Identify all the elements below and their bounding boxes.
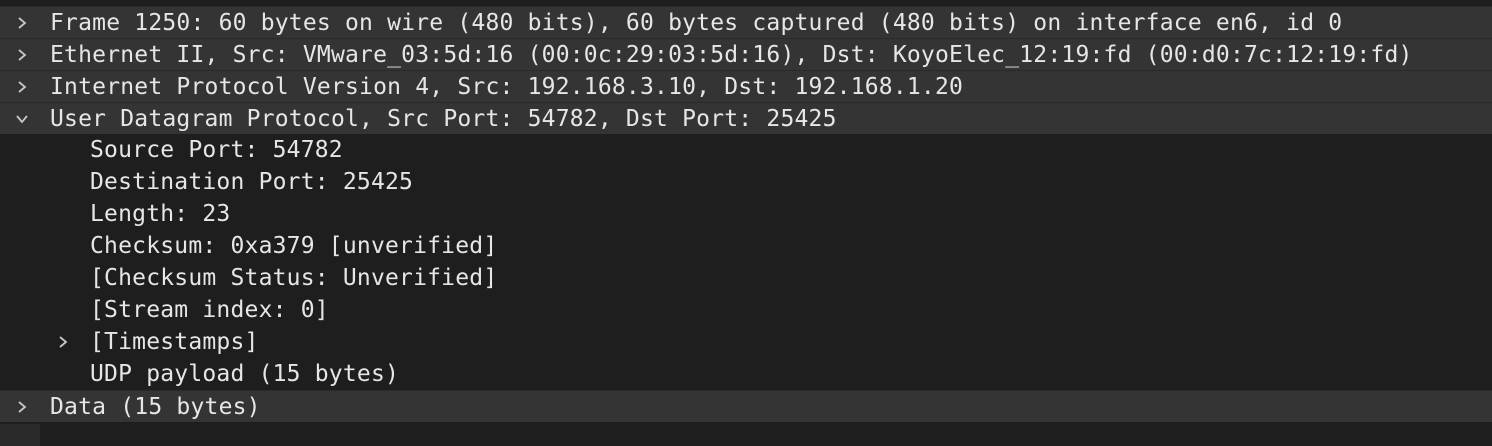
chevron-right-icon[interactable] (55, 326, 71, 358)
tree-row-ethernet[interactable]: Ethernet II, Src: VMware_03:5d:16 (00:0c… (0, 38, 1492, 70)
tree-row-label: Length: 23 (90, 201, 231, 227)
tree-row-destination-port[interactable]: Destination Port: 25425 (0, 166, 1492, 198)
tree-row-label: Data (15 bytes) (50, 394, 261, 420)
tree-row-timestamps[interactable]: [Timestamps] (0, 326, 1492, 358)
tree-row-label: Frame 1250: 60 bytes on wire (480 bits),… (50, 10, 1343, 36)
tree-row-data[interactable]: Data (15 bytes) (0, 390, 1492, 422)
chevron-right-icon[interactable] (14, 391, 30, 423)
tree-row-label: Checksum: 0xa379 [unverified] (90, 233, 498, 259)
tree-row-label: Destination Port: 25425 (90, 169, 414, 195)
tree-row-label: [Stream index: 0] (90, 297, 329, 323)
tree-row-checksum-status[interactable]: [Checksum Status: Unverified] (0, 262, 1492, 294)
tree-row-frame[interactable]: Frame 1250: 60 bytes on wire (480 bits),… (0, 6, 1492, 38)
tree-row-label: User Datagram Protocol, Src Port: 54782,… (50, 106, 837, 132)
tree-row-udp-payload[interactable]: UDP payload (15 bytes) (0, 358, 1492, 390)
packet-details-tree: Frame 1250: 60 bytes on wire (480 bits),… (0, 0, 1492, 446)
tree-row-label: [Checksum Status: Unverified] (90, 265, 498, 291)
tree-row-label: [Timestamps] (90, 329, 259, 355)
chevron-right-icon[interactable] (14, 7, 30, 39)
tree-row-udp[interactable]: User Datagram Protocol, Src Port: 54782,… (0, 102, 1492, 134)
tree-row-label: UDP payload (15 bytes) (90, 361, 400, 387)
tree-row-label: Ethernet II, Src: VMware_03:5d:16 (00:0c… (50, 42, 1413, 68)
tree-row-ipv4[interactable]: Internet Protocol Version 4, Src: 192.16… (0, 70, 1492, 102)
tree-row-stream-index[interactable]: [Stream index: 0] (0, 294, 1492, 326)
chevron-right-icon[interactable] (14, 71, 30, 103)
tree-row-length[interactable]: Length: 23 (0, 198, 1492, 230)
chevron-down-icon[interactable] (14, 103, 30, 135)
tree-gutter (0, 424, 40, 446)
tree-row-label: Source Port: 54782 (90, 137, 343, 163)
tree-row-source-port[interactable]: Source Port: 54782 (0, 134, 1492, 166)
tree-row-checksum[interactable]: Checksum: 0xa379 [unverified] (0, 230, 1492, 262)
chevron-right-icon[interactable] (14, 39, 30, 71)
tree-row-label: Internet Protocol Version 4, Src: 192.16… (50, 74, 964, 100)
